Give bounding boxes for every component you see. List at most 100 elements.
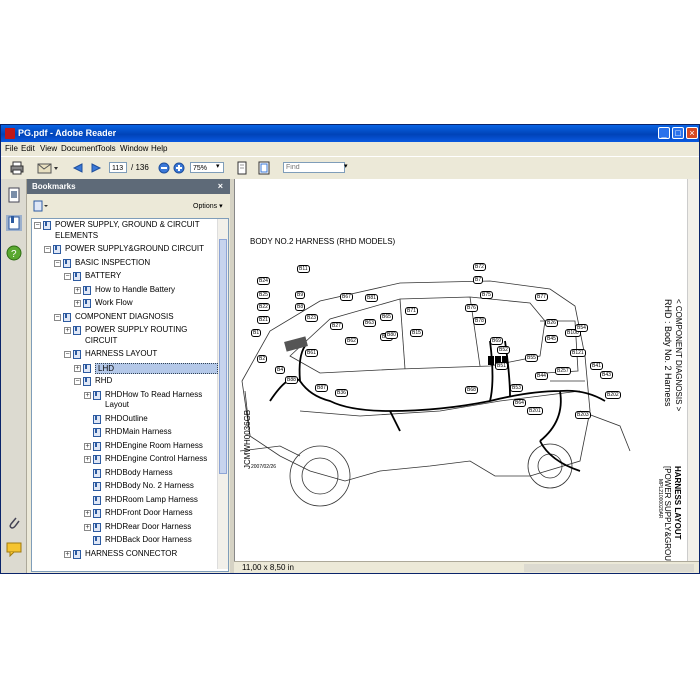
bookmark-item[interactable]: + HARNESS CONNECTOR bbox=[32, 549, 214, 561]
single-page-icon[interactable] bbox=[235, 161, 249, 175]
side-subheader: RHD : Body No. 2 Harness bbox=[663, 299, 673, 407]
expand-icon[interactable]: + bbox=[84, 510, 91, 517]
connector-label: B61 bbox=[305, 349, 318, 357]
bookmarks-close-button[interactable]: × bbox=[218, 181, 223, 191]
fit-page-icon[interactable] bbox=[257, 161, 271, 175]
previous-page-icon[interactable] bbox=[71, 161, 83, 175]
car-harness-diagram bbox=[240, 280, 631, 507]
find-dropdown-icon[interactable]: ▾ bbox=[344, 162, 348, 170]
bookmark-item[interactable]: + Work Flow bbox=[32, 298, 214, 310]
bookmark-item[interactable]: − POWER SUPPLY&GROUND CIRCUIT bbox=[32, 244, 214, 256]
next-page-icon[interactable] bbox=[91, 161, 103, 175]
bookmark-icon bbox=[83, 377, 91, 386]
menu-tools[interactable]: Tools bbox=[97, 144, 116, 153]
connector-label: B67 bbox=[340, 293, 353, 301]
pages-panel-icon[interactable] bbox=[6, 187, 22, 203]
bookmark-item[interactable]: RHDBody No. 2 Harness bbox=[32, 481, 214, 493]
comments-icon[interactable] bbox=[6, 541, 22, 557]
bookmark-label: RHDHow To Read Harness bbox=[105, 389, 203, 399]
collapse-icon[interactable]: − bbox=[54, 259, 61, 267]
bookmark-label: RHDRoom Lamp Harness bbox=[105, 494, 198, 504]
bookmark-label: POWER SUPPLY ROUTING bbox=[85, 325, 188, 334]
expand-icon[interactable]: + bbox=[64, 327, 71, 334]
bookmark-item[interactable]: + POWER SUPPLY ROUTING bbox=[32, 325, 214, 337]
bookmark-icon bbox=[93, 482, 101, 491]
collapse-icon[interactable]: − bbox=[44, 246, 51, 253]
bookmark-label: BASIC INSPECTION bbox=[75, 257, 151, 267]
side-header: < COMPONENT DIAGNOSIS > bbox=[674, 299, 683, 412]
print-icon[interactable] bbox=[9, 161, 25, 175]
expand-icon[interactable]: + bbox=[84, 391, 91, 399]
menu-edit[interactable]: Edit bbox=[21, 144, 35, 153]
help-icon[interactable]: ? bbox=[6, 245, 22, 261]
expand-icon[interactable]: + bbox=[64, 550, 71, 558]
bookmark-item[interactable]: − COMPONENT DIAGNOSIS bbox=[32, 312, 214, 324]
minimize-button[interactable]: _ bbox=[658, 127, 670, 139]
bookmark-item[interactable]: RHDBody Harness bbox=[32, 468, 214, 480]
bookmark-item[interactable]: RHDRoom Lamp Harness bbox=[32, 495, 214, 507]
connector-label: B81 bbox=[365, 294, 378, 302]
toolbar: 113 / 136 75% ▾ ▾ bbox=[1, 156, 699, 180]
adobe-reader-icon bbox=[5, 128, 15, 139]
bookmark-item[interactable]: + RHDRear Door Harness bbox=[32, 522, 214, 534]
close-button[interactable]: × bbox=[686, 127, 698, 139]
page-number-input[interactable]: 113 bbox=[109, 162, 127, 173]
attachments-paperclip-icon[interactable] bbox=[6, 515, 22, 531]
expand-icon[interactable]: + bbox=[74, 286, 81, 294]
bookmark-item[interactable]: + RHDEngine Room Harness bbox=[32, 441, 214, 453]
menu-window[interactable]: Window bbox=[120, 144, 148, 153]
connector-label: B27 bbox=[330, 322, 343, 330]
expand-icon[interactable]: + bbox=[84, 456, 91, 463]
menu-file[interactable]: File bbox=[5, 144, 18, 153]
bookmark-item[interactable]: + How to Handle Battery bbox=[32, 285, 214, 297]
bookmark-item[interactable]: + LHD bbox=[32, 362, 218, 375]
bookmark-label: POWER SUPPLY, GROUND & CIRCUIT bbox=[55, 220, 200, 229]
bookmark-item[interactable]: − BATTERY bbox=[32, 271, 214, 283]
menu-help[interactable]: Help bbox=[151, 144, 167, 153]
zoom-out-icon[interactable] bbox=[158, 161, 170, 175]
window-title: PG.pdf - Adobe Reader bbox=[18, 128, 117, 138]
menu-view[interactable]: View bbox=[40, 144, 57, 153]
bookmark-icon bbox=[43, 221, 51, 230]
expand-icon[interactable]: + bbox=[74, 364, 81, 372]
bookmark-label: RHDBody No. 2 Harness bbox=[105, 481, 194, 490]
bookmark-item[interactable]: − BASIC INSPECTION bbox=[32, 258, 214, 270]
bookmark-item[interactable]: − HARNESS LAYOUT bbox=[32, 349, 214, 361]
bookmarks-panel-icon[interactable] bbox=[6, 215, 22, 231]
bookmarks-options-menu[interactable]: Options ▾ bbox=[193, 202, 223, 210]
bookmarks-scrollbar[interactable] bbox=[217, 219, 228, 569]
expand-icon[interactable]: + bbox=[84, 523, 91, 531]
zoom-dropdown-icon[interactable]: ▾ bbox=[216, 162, 220, 170]
bookmark-item[interactable]: + RHDFront Door Harness bbox=[32, 508, 214, 520]
collapse-icon[interactable]: − bbox=[64, 273, 71, 280]
attach-email-icon[interactable] bbox=[37, 161, 59, 175]
collapse-icon[interactable]: − bbox=[54, 313, 61, 321]
bookmark-icon bbox=[73, 350, 81, 359]
bookmarks-panel: Bookmarks × Options ▾ − POWER SUPPLY, GRO… bbox=[27, 179, 230, 573]
maximize-button[interactable]: □ bbox=[672, 127, 684, 139]
zoom-in-icon[interactable] bbox=[173, 161, 185, 175]
document-horizontal-scrollbar[interactable] bbox=[524, 564, 694, 572]
collapse-icon[interactable]: − bbox=[34, 222, 41, 229]
connector-label: B44 bbox=[535, 372, 548, 380]
collapse-icon[interactable]: − bbox=[64, 351, 71, 358]
bookmark-icon bbox=[93, 495, 101, 505]
bookmark-item[interactable]: − RHD bbox=[32, 376, 214, 388]
expand-icon[interactable]: + bbox=[74, 300, 81, 307]
find-input[interactable] bbox=[283, 162, 345, 173]
collapse-icon[interactable]: − bbox=[74, 378, 81, 385]
bookmarks-scroll-thumb[interactable] bbox=[219, 239, 227, 474]
document-vertical-scrollbar[interactable] bbox=[687, 179, 699, 561]
connector-label: B43 bbox=[600, 371, 613, 379]
right-subheader: [POWER SUPPLY&GROUND CIRCUIT] bbox=[663, 466, 672, 561]
expand-icon[interactable]: + bbox=[84, 442, 91, 450]
new-bookmark-icon[interactable] bbox=[33, 200, 49, 212]
connector-label: B202 bbox=[605, 391, 621, 399]
bookmark-item[interactable]: RHDBack Door Harness bbox=[32, 535, 214, 547]
bookmark-icon bbox=[83, 285, 91, 295]
bookmark-item[interactable]: + RHDEngine Control Harness bbox=[32, 454, 214, 466]
bookmark-label: RHDRear Door Harness bbox=[105, 521, 192, 531]
bookmark-item[interactable]: RHDOutline bbox=[32, 414, 214, 426]
menu-document[interactable]: Document bbox=[61, 144, 97, 153]
bookmark-item[interactable]: RHDMain Harness bbox=[32, 427, 214, 439]
